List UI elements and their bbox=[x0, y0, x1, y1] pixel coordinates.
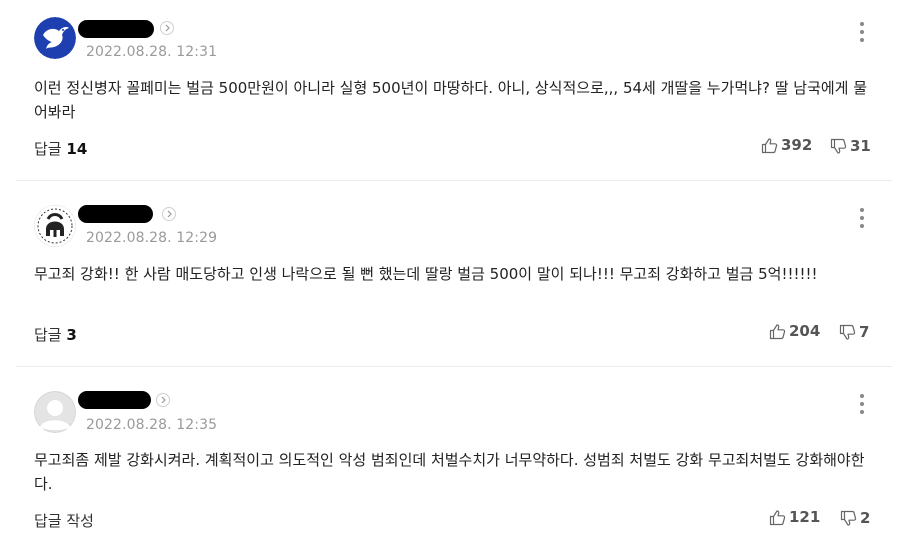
bird-logo-icon bbox=[34, 17, 76, 59]
spartan-helmet-icon bbox=[34, 205, 76, 247]
divider bbox=[16, 366, 892, 367]
comment-text: 무고죄 강화!! 한 사람 매도당하고 인생 나락으로 될 뻔 했는데 딸랑 벌… bbox=[34, 265, 818, 283]
comment-text: 무고죄좀 제발 강화시켜라. 계획적이고 의도적인 악성 범죄인데 처벌수치가 … bbox=[34, 451, 865, 493]
default-user-icon bbox=[34, 391, 76, 433]
reply-button[interactable]: 답글 작성 bbox=[34, 510, 94, 531]
reply-button[interactable]: 답글 3 bbox=[34, 324, 77, 345]
thumbs-down-icon bbox=[839, 324, 856, 340]
dislike-count: 7 bbox=[859, 323, 870, 341]
thumbs-down-icon bbox=[840, 510, 857, 526]
comment-date: 2022.08.28. 12:35 bbox=[86, 417, 218, 433]
thumbs-up-icon bbox=[761, 137, 778, 153]
reply-button[interactable]: 답글 14 bbox=[34, 138, 87, 159]
avatar[interactable] bbox=[34, 391, 76, 433]
like-button[interactable]: 121 bbox=[769, 508, 820, 526]
author-name-redacted[interactable] bbox=[78, 20, 154, 38]
dislike-button[interactable]: 31 bbox=[830, 137, 871, 155]
more-options-icon[interactable] bbox=[857, 206, 867, 230]
thumbs-up-icon bbox=[769, 509, 786, 525]
reply-count: 3 bbox=[66, 326, 77, 344]
comment-date: 2022.08.28. 12:29 bbox=[86, 230, 218, 246]
dislike-count: 31 bbox=[850, 137, 871, 155]
avatar[interactable] bbox=[34, 17, 76, 59]
reply-count: 14 bbox=[66, 140, 88, 158]
more-options-icon[interactable] bbox=[857, 392, 867, 416]
thumbs-down-icon bbox=[830, 138, 847, 154]
avatar[interactable] bbox=[34, 205, 76, 247]
like-button[interactable]: 392 bbox=[761, 136, 812, 154]
dislike-button[interactable]: 2 bbox=[840, 509, 870, 527]
profile-chevron-icon[interactable] bbox=[156, 393, 170, 407]
thumbs-up-icon bbox=[769, 323, 786, 339]
profile-chevron-icon[interactable] bbox=[162, 207, 176, 221]
like-count: 204 bbox=[789, 322, 821, 340]
like-button[interactable]: 204 bbox=[769, 322, 820, 340]
reply-label: 답글 bbox=[34, 140, 62, 158]
like-count: 121 bbox=[789, 508, 821, 526]
reply-label: 답글 bbox=[34, 326, 62, 344]
divider bbox=[16, 180, 892, 181]
dislike-button[interactable]: 7 bbox=[839, 323, 869, 341]
author-name-redacted[interactable] bbox=[78, 205, 153, 223]
like-count: 392 bbox=[781, 136, 813, 154]
dislike-count: 2 bbox=[860, 509, 871, 527]
comment-date: 2022.08.28. 12:31 bbox=[86, 44, 218, 60]
author-name-redacted[interactable] bbox=[78, 391, 151, 409]
profile-chevron-icon[interactable] bbox=[160, 21, 174, 35]
reply-label: 답글 작성 bbox=[34, 512, 94, 530]
more-options-icon[interactable] bbox=[857, 20, 867, 44]
comment-text: 이런 정신병자 꼴페미는 벌금 500만원이 아니라 실형 500년이 마땅하다… bbox=[34, 79, 868, 121]
